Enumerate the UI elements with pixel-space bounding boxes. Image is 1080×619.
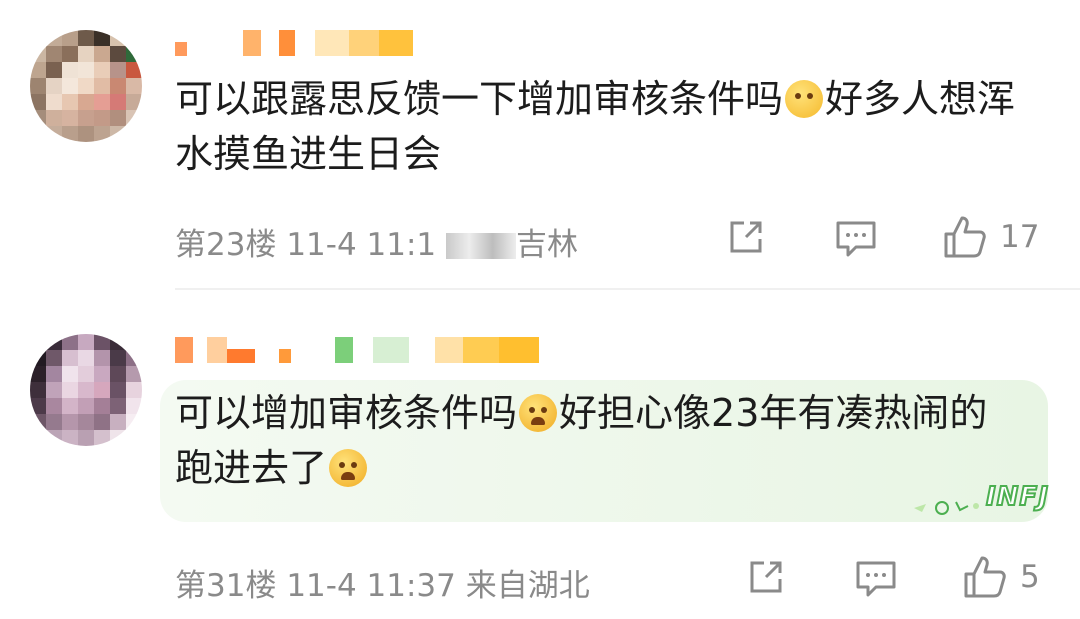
comment-icon [856,561,896,597]
reply-button[interactable] [854,554,898,600]
timestamp: 11-4 11:37 [286,568,456,604]
share-button[interactable] [744,554,788,600]
like-count: 5 [1020,559,1040,595]
location: 来自湖北 [465,568,590,604]
thumbs-up-icon [964,556,1006,598]
badge-label: INFJ [985,481,1049,513]
infj-badge: INFJ [906,466,1056,526]
crying-face-icon [329,449,368,487]
action-bar: 5 [720,554,1060,604]
username[interactable] [175,337,539,363]
comment-text: 可以增加审核条件吗 好担心像23年有凑热闹的跑进去了 [175,386,1025,496]
sparkle-decoration-icon [914,501,979,515]
like-button[interactable]: 5 [962,554,1040,600]
comment-31: 可以增加审核条件吗 好担心像23年有凑热闹的跑进去了 INFJ 第31楼 11-4… [0,0,1080,619]
floor-number: 第31楼 [175,568,277,604]
avatar[interactable] [30,334,142,446]
crying-face-icon [519,394,558,432]
share-icon [750,561,782,593]
comment-meta: 第31楼 11-4 11:37 来自湖北 [175,560,590,605]
comment-text-part1: 可以增加审核条件吗 [175,391,518,435]
